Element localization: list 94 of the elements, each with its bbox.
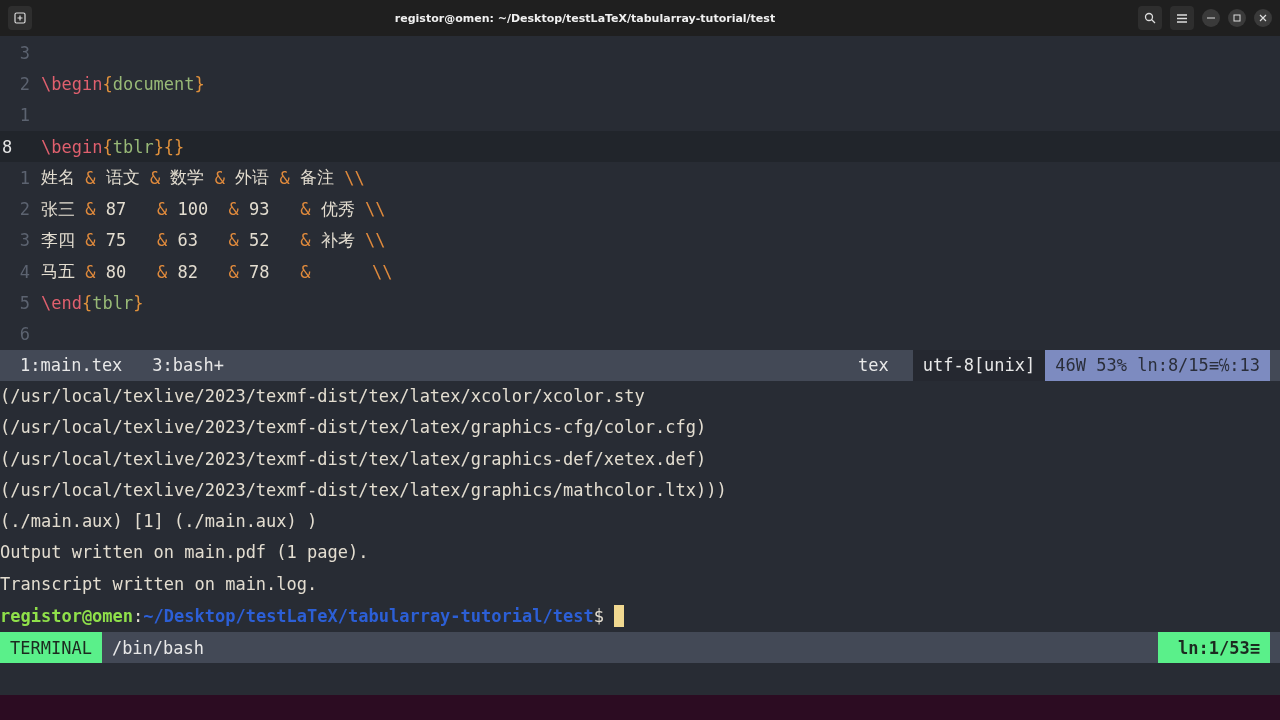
line-number: 3: [18, 42, 31, 63]
code-token: \\: [365, 199, 386, 220]
code-token: tblr: [112, 136, 154, 157]
code-token: \\: [370, 261, 393, 282]
prompt-separator: :: [133, 605, 144, 626]
code-token: &: [85, 230, 96, 251]
code-token: 52: [248, 230, 271, 251]
code-token: 82: [176, 261, 199, 282]
menu-button[interactable]: [1170, 6, 1194, 30]
close-button[interactable]: [1254, 9, 1272, 27]
minimize-icon: [1207, 17, 1215, 19]
code-token: }: [194, 73, 205, 94]
mode-label: TERMINAL: [0, 632, 102, 664]
code-token: 李四: [41, 228, 76, 252]
code-token: &: [85, 199, 96, 220]
buffer-tab[interactable]: 1:main.tex: [0, 355, 133, 376]
line-number: 6: [18, 324, 31, 345]
shell-label: /bin/bash: [110, 637, 205, 658]
code-token: &: [85, 261, 96, 282]
code-token: &: [156, 199, 168, 220]
prompt-user: registor@omen: [0, 605, 134, 626]
search-icon: [1144, 12, 1156, 24]
maximize-icon: [1233, 14, 1241, 22]
code-token: &: [156, 230, 168, 251]
code-token: 优秀: [319, 197, 356, 221]
prompt-symbol: $: [593, 605, 604, 626]
code-token: &: [279, 167, 290, 188]
code-token: 数学: [169, 166, 206, 190]
code-token: &: [228, 199, 239, 220]
code-token: \\: [344, 167, 365, 188]
code-token: {: [102, 136, 113, 157]
text-cursor: [613, 604, 624, 627]
code-token: 马五: [41, 260, 76, 284]
code-token: 78: [248, 261, 271, 282]
code-token: &: [300, 261, 311, 282]
code-token: \end: [41, 293, 82, 313]
code-token: &: [300, 230, 311, 251]
code-token: 100: [176, 199, 210, 220]
line-number: 2: [18, 73, 31, 94]
code-token: 语文: [104, 166, 141, 190]
code-token: }: [133, 293, 144, 313]
maximize-button[interactable]: [1228, 9, 1246, 27]
menu-icon: [1177, 13, 1187, 23]
buffer-tab[interactable]: 3:bash+: [132, 355, 234, 376]
line-number: 3: [18, 230, 31, 251]
code-token: 75: [104, 230, 128, 251]
code-token: \begin: [41, 136, 103, 157]
prompt-path: ~/Desktop/testLaTeX/tabularray-tutorial/test: [143, 605, 594, 626]
code-token: 63: [176, 230, 199, 251]
code-token: &: [300, 199, 311, 220]
line-number: 4: [18, 261, 31, 282]
code-token: \\: [365, 230, 386, 251]
filetype-label: tex: [858, 354, 890, 378]
code-token: 93: [248, 199, 271, 220]
search-button[interactable]: [1138, 6, 1162, 30]
new-tab-button[interactable]: [8, 6, 32, 30]
minimize-button[interactable]: [1202, 9, 1220, 27]
terminal-output-line: (/usr/local/texlive/2023/texmf-dist/tex/latex/xcolor/xcolor.sty: [0, 384, 646, 408]
code-token: 备注: [298, 166, 335, 190]
window-title: registor@omen: ~/Desktop/testLaTeX/tabularray-tutorial/test: [393, 11, 777, 25]
code-token: &: [228, 261, 239, 282]
terminal-output-line: Output written on main.pdf (1 page).: [0, 541, 370, 565]
code-token: document: [112, 73, 195, 94]
code-token: {: [102, 73, 113, 94]
code-token: {: [81, 293, 93, 313]
line-number: 2: [18, 199, 31, 220]
code-token: &: [156, 261, 168, 282]
code-token: &: [214, 167, 225, 188]
terminal-output-line: Transcript written on main.log.: [0, 572, 319, 596]
line-number: 1: [18, 167, 31, 188]
new-tab-icon: [14, 12, 26, 24]
code-token: 补考: [319, 228, 356, 252]
code-token: 80: [104, 261, 128, 282]
encoding-label: utf-8[unix]: [912, 349, 1046, 381]
terminal-position: ln:1/53≡: [1158, 632, 1270, 664]
cursor-position: 46W 53% ln:8/15≡℅:13: [1045, 349, 1270, 381]
code-token: &: [228, 230, 239, 251]
code-token: }{}: [153, 136, 185, 157]
terminal-output-line: (/usr/local/texlive/2023/texmf-dist/tex/latex/graphics/mathcolor.ltx))): [0, 478, 728, 502]
line-number: 5: [18, 293, 31, 313]
code-token: \begin: [41, 73, 103, 94]
terminal-output-line: (/usr/local/texlive/2023/texmf-dist/tex/latex/graphics-def/xetex.def): [0, 447, 708, 471]
code-token: &: [150, 167, 161, 188]
terminal-output-line: (/usr/local/texlive/2023/texmf-dist/tex/latex/graphics-cfg/color.cfg): [0, 416, 708, 440]
code-token: 张三: [41, 197, 76, 221]
close-icon: [1259, 14, 1267, 22]
line-number: 1: [18, 105, 31, 126]
code-token: 外语: [234, 166, 271, 190]
code-token: 姓名: [41, 166, 76, 190]
code-token: &: [85, 167, 96, 188]
terminal-output-line: (./main.aux) [1] (./main.aux) ): [0, 510, 319, 534]
code-token: 87: [104, 199, 128, 220]
code-token: tblr: [92, 293, 134, 313]
line-number: 8: [1, 136, 14, 157]
